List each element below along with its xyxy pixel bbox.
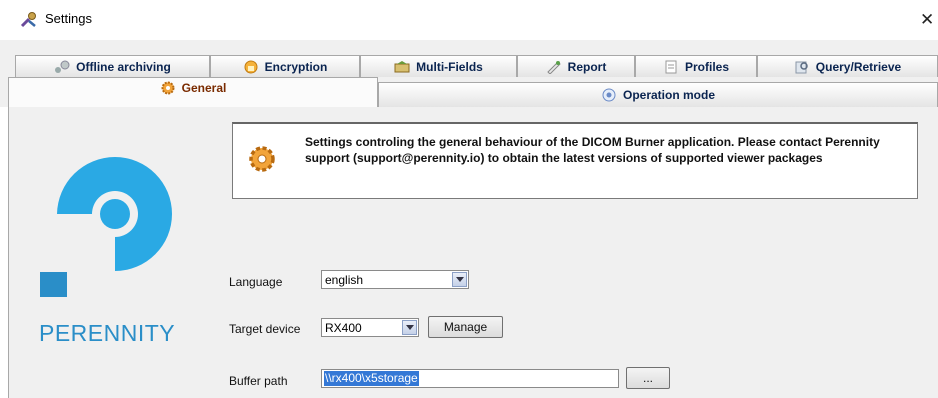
chevron-down-icon[interactable]	[402, 320, 417, 335]
tab-label: Multi-Fields	[416, 59, 483, 74]
tab-strip: Offline archiving Encryption Multi-Field…	[0, 40, 938, 107]
report-icon	[546, 60, 561, 74]
tab-general[interactable]: General	[8, 77, 378, 107]
info-box: Settings controling the general behaviou…	[232, 122, 918, 199]
tab-label: Operation mode	[622, 88, 715, 102]
close-icon: ✕	[920, 10, 935, 29]
manage-button[interactable]: Manage	[428, 316, 503, 338]
lock-icon	[244, 60, 258, 73]
target-device-value: RX400	[325, 321, 362, 335]
gear-icon	[161, 81, 175, 95]
tab-label: Encryption	[264, 59, 328, 74]
brand-name: PERENNITY	[39, 320, 176, 346]
gear-icon	[249, 146, 275, 172]
tab-profiles[interactable]: Profiles	[635, 55, 757, 77]
archive-icon	[55, 60, 70, 73]
language-select[interactable]: english	[321, 270, 469, 289]
query-icon	[795, 61, 808, 73]
general-panel: PERENNITY Settings controling the genera…	[8, 107, 938, 398]
language-value: english	[325, 273, 364, 287]
target-device-label: Target device	[229, 322, 301, 336]
fields-icon	[394, 60, 410, 72]
window-title: Settings	[45, 11, 92, 26]
buffer-path-value: \\rx400\x5storage	[324, 371, 419, 386]
tab-offline-archiving[interactable]: Offline archiving	[15, 55, 210, 77]
operation-icon	[602, 88, 616, 102]
info-text: Settings controling the general behaviou…	[305, 135, 880, 165]
chevron-down-icon[interactable]	[452, 272, 467, 287]
browse-button[interactable]: ...	[626, 367, 670, 389]
tab-operation-mode[interactable]: Operation mode	[378, 82, 938, 107]
tab-label: Profiles	[684, 59, 729, 74]
close-button[interactable]: ✕	[920, 9, 938, 31]
tab-label: Query/Retrieve	[815, 59, 902, 74]
tab-multi-fields[interactable]: Multi-Fields	[360, 55, 517, 77]
settings-wrench-icon	[20, 12, 36, 28]
language-label: Language	[229, 275, 283, 289]
tab-report[interactable]: Report	[517, 55, 635, 77]
tab-label: Offline archiving	[76, 59, 171, 74]
buffer-path-label: Buffer path	[229, 374, 288, 388]
tab-label: General	[181, 81, 227, 95]
tab-label: Report	[567, 59, 607, 74]
tab-encryption[interactable]: Encryption	[210, 55, 360, 77]
profiles-icon	[665, 60, 677, 73]
perennity-logo-icon	[40, 157, 172, 297]
buffer-path-input[interactable]: \\rx400\x5storage	[321, 369, 619, 388]
tab-query-retrieve[interactable]: Query/Retrieve	[757, 55, 938, 77]
target-device-select[interactable]: RX400	[321, 318, 419, 337]
title-bar: Settings ✕	[0, 0, 938, 40]
